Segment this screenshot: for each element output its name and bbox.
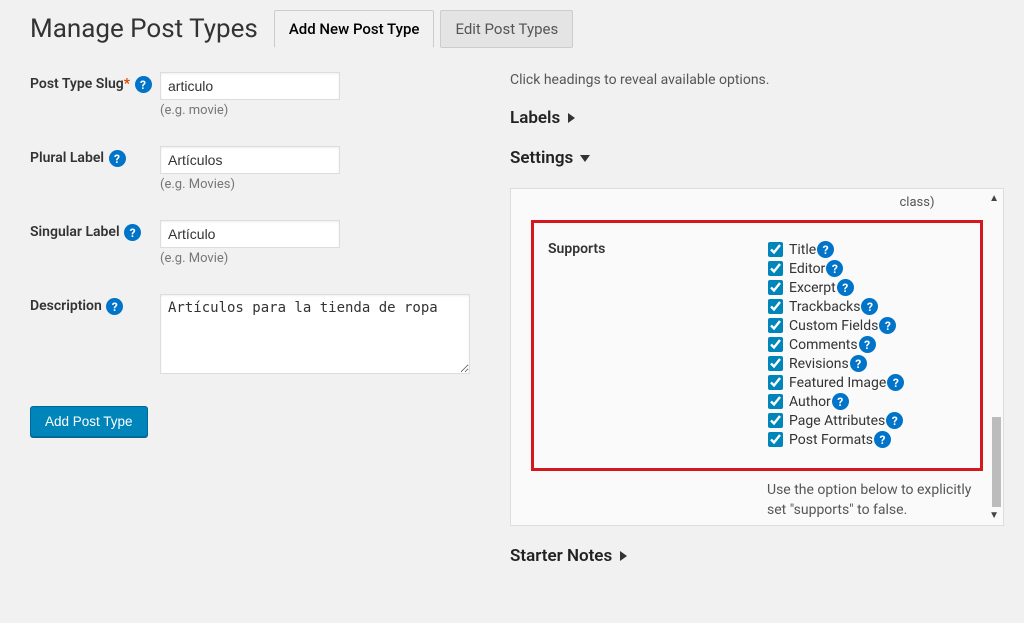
help-icon[interactable]: ? — [850, 355, 867, 372]
class-trail-text: class) — [531, 195, 983, 210]
support-none-label: None — [788, 524, 821, 526]
support-label: Revisions — [789, 356, 849, 372]
support-label: Custom Fields — [789, 318, 878, 334]
support-label: Page Attributes — [789, 413, 885, 429]
help-icon[interactable]: ? — [106, 298, 123, 315]
support-label: Editor — [789, 261, 825, 277]
description-textarea[interactable]: Artículos para la tienda de ropa — [160, 294, 470, 374]
required-marker: * — [124, 76, 130, 92]
help-icon[interactable]: ? — [832, 393, 849, 410]
scroll-up-arrow[interactable]: ▲ — [989, 193, 999, 204]
help-icon[interactable]: ? — [837, 279, 854, 296]
help-icon[interactable]: ? — [124, 224, 141, 241]
support-checkbox[interactable] — [768, 261, 783, 276]
support-checkbox[interactable] — [768, 242, 783, 257]
hint-plural: (e.g. Movies) — [160, 177, 470, 192]
chevron-down-icon — [579, 153, 591, 163]
add-post-type-button[interactable]: Add Post Type — [30, 406, 148, 437]
help-icon[interactable]: ? — [887, 374, 904, 391]
help-icon[interactable]: ? — [874, 431, 891, 448]
support-item: Author? — [768, 393, 966, 410]
labels-heading-text: Labels — [510, 108, 560, 128]
scrollbar-thumb[interactable] — [992, 417, 1001, 507]
singular-label-input[interactable] — [160, 220, 340, 248]
section-heading-labels[interactable]: Labels — [510, 108, 1004, 128]
support-item: Featured Image? — [768, 374, 966, 391]
supports-note: Use the option below to explicitly set "… — [767, 481, 983, 520]
help-icon[interactable]: ? — [822, 525, 839, 526]
tab-add-new-post-type[interactable]: Add New Post Type — [274, 10, 435, 48]
support-item: Revisions? — [768, 355, 966, 372]
support-checkbox[interactable] — [768, 337, 783, 352]
scroll-down-arrow[interactable]: ▼ — [989, 510, 999, 521]
support-item: Post Formats? — [768, 431, 966, 448]
support-item: Page Attributes? — [768, 412, 966, 429]
support-label: Excerpt — [789, 280, 836, 296]
support-item: Custom Fields? — [768, 317, 966, 334]
tab-edit-post-types[interactable]: Edit Post Types — [440, 10, 573, 48]
label-singular: Singular Label — [30, 224, 120, 240]
post-type-slug-input[interactable] — [160, 72, 340, 100]
help-icon[interactable]: ? — [817, 241, 834, 258]
support-label: Title — [789, 242, 816, 258]
help-icon[interactable]: ? — [861, 298, 878, 315]
help-icon[interactable]: ? — [859, 336, 876, 353]
help-icon[interactable]: ? — [135, 76, 152, 93]
support-checkbox[interactable] — [768, 394, 783, 409]
supports-section: Supports Title?Editor?Excerpt?Trackbacks… — [531, 220, 983, 471]
chevron-right-icon — [618, 550, 628, 562]
label-post-type-slug: Post Type Slug — [30, 76, 124, 92]
support-checkbox[interactable] — [768, 280, 783, 295]
support-checkbox[interactable] — [768, 318, 783, 333]
support-item: Trackbacks? — [768, 298, 966, 315]
label-description: Description — [30, 298, 102, 314]
support-item: Editor? — [768, 260, 966, 277]
help-icon[interactable]: ? — [879, 317, 896, 334]
help-icon[interactable]: ? — [826, 260, 843, 277]
supports-label: Supports — [548, 241, 768, 450]
support-label: Trackbacks — [789, 299, 860, 315]
hint-slug: (e.g. movie) — [160, 103, 470, 118]
support-item: Comments? — [768, 336, 966, 353]
section-heading-settings[interactable]: Settings — [510, 148, 1004, 168]
page-title: Manage Post Types — [30, 14, 258, 44]
right-intro-text: Click headings to reveal available optio… — [510, 72, 1004, 88]
label-plural: Plural Label — [30, 150, 104, 166]
support-label: Author — [789, 394, 831, 410]
section-heading-starter-notes[interactable]: Starter Notes — [510, 546, 1004, 566]
support-item: Excerpt? — [768, 279, 966, 296]
settings-panel: class) Supports Title?Editor?Excerpt?Tra… — [510, 188, 1004, 526]
starter-notes-text: Starter Notes — [510, 546, 612, 566]
support-checkbox[interactable] — [768, 413, 783, 428]
support-checkbox[interactable] — [768, 432, 783, 447]
support-label: Featured Image — [789, 375, 886, 391]
plural-label-input[interactable] — [160, 146, 340, 174]
support-item: Title? — [768, 241, 966, 258]
chevron-right-icon — [566, 112, 576, 124]
support-checkbox[interactable] — [768, 375, 783, 390]
help-icon[interactable]: ? — [109, 150, 126, 167]
support-label: Comments — [789, 337, 858, 353]
hint-singular: (e.g. Movie) — [160, 251, 470, 266]
settings-heading-text: Settings — [510, 148, 573, 168]
support-checkbox[interactable] — [768, 299, 783, 314]
support-label: Post Formats — [789, 432, 873, 448]
support-checkbox[interactable] — [768, 356, 783, 371]
help-icon[interactable]: ? — [886, 412, 903, 429]
